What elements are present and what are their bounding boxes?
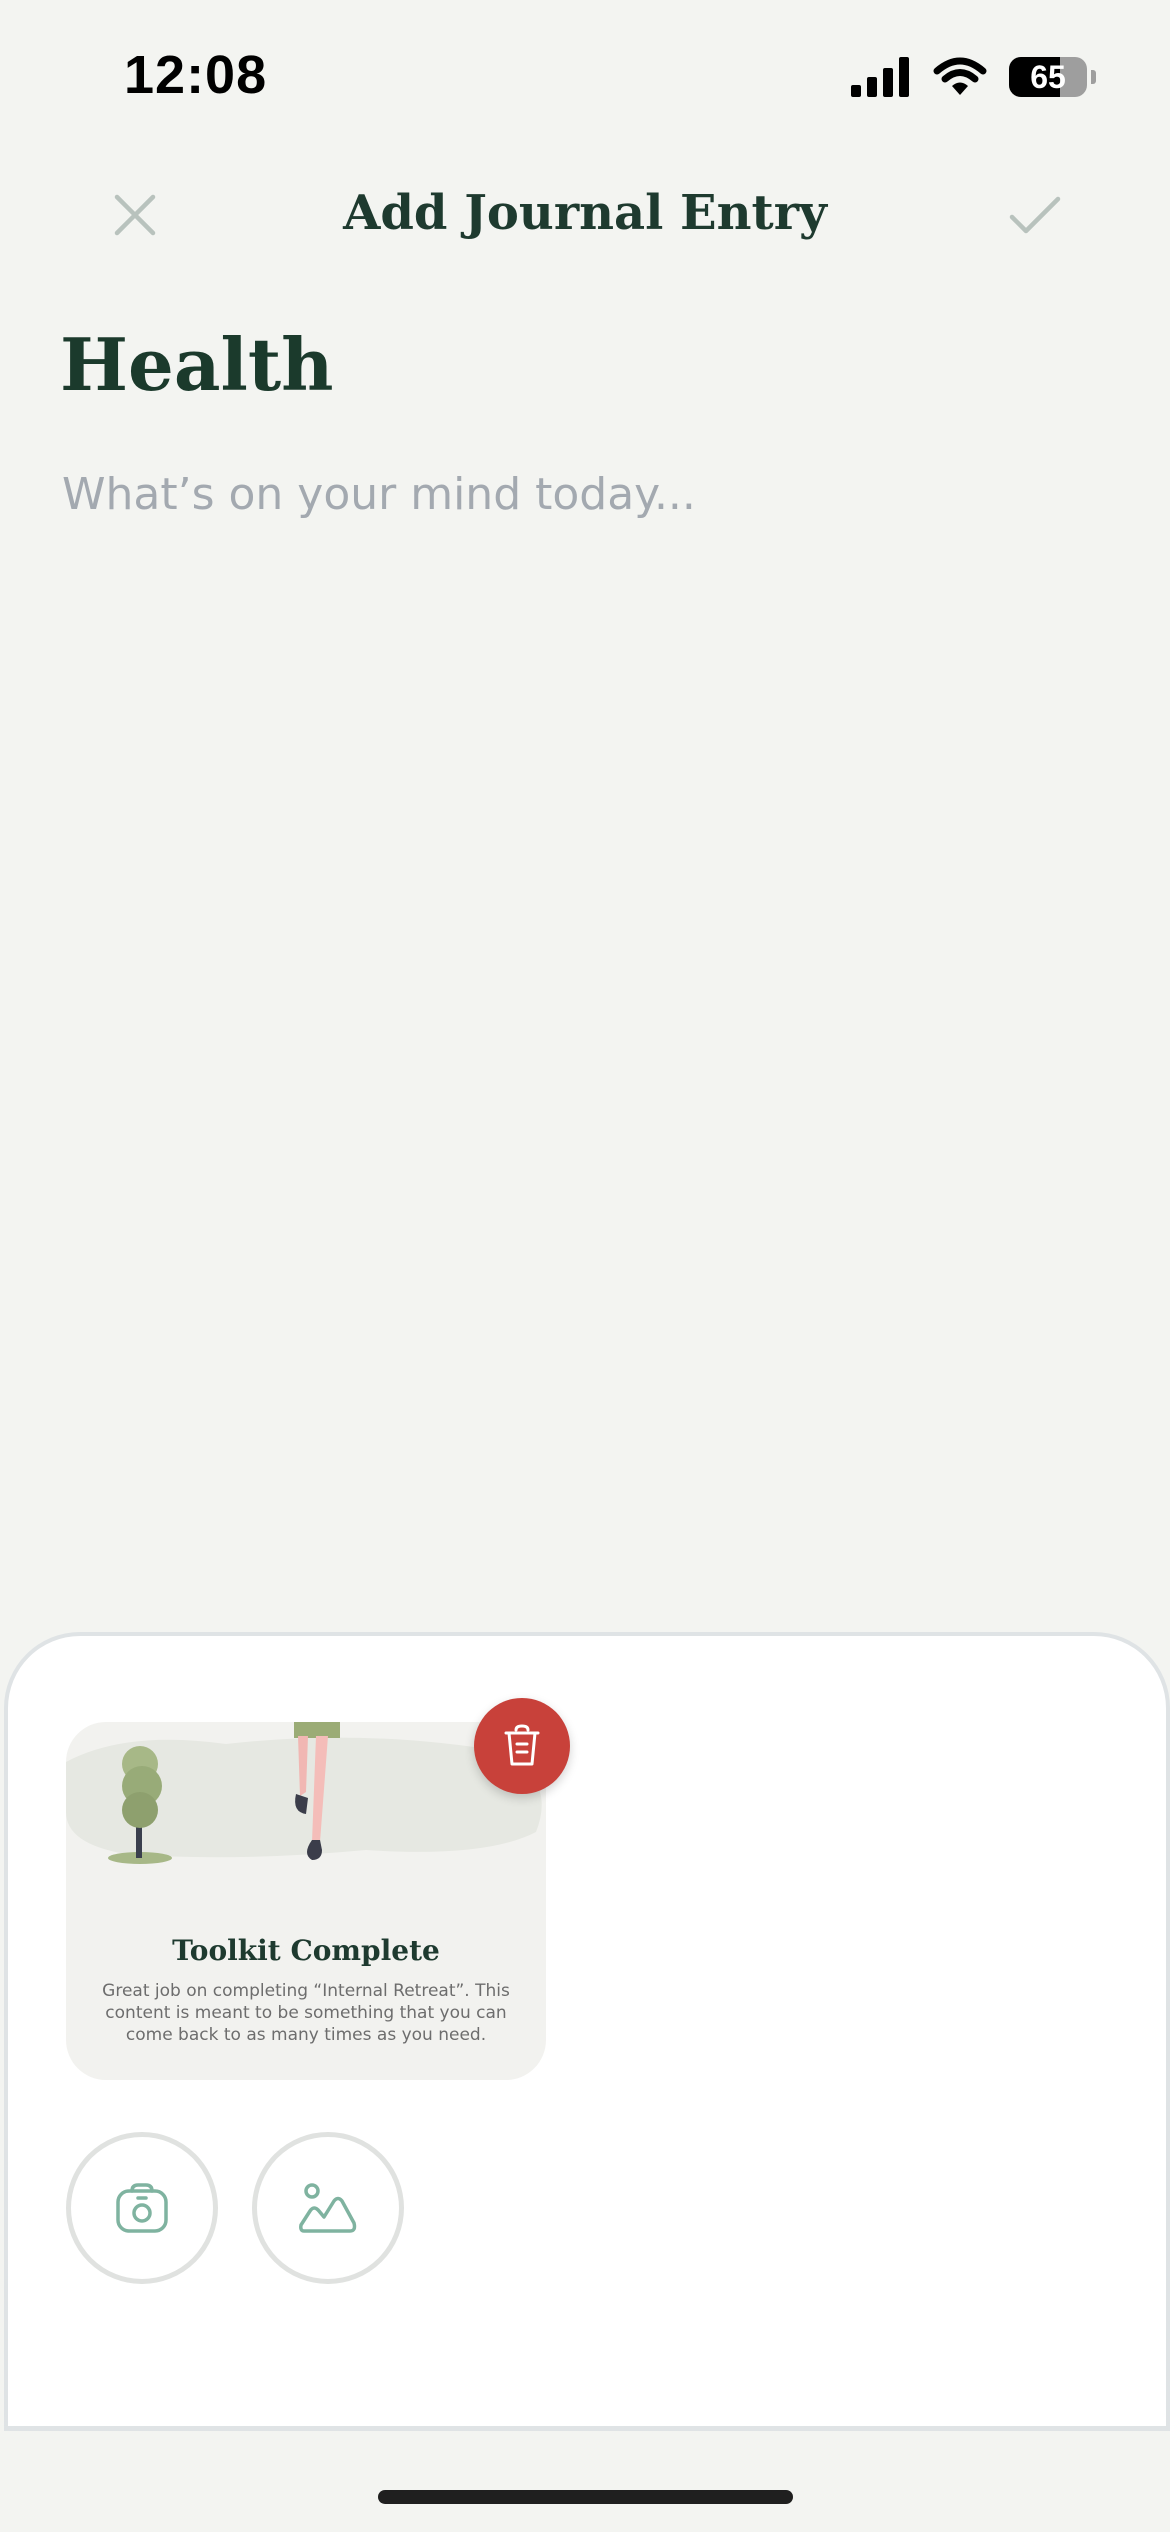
status-time: 12:08 <box>124 45 268 105</box>
image-icon <box>299 2183 357 2233</box>
home-indicator[interactable] <box>378 2490 793 2504</box>
camera-icon <box>116 2183 168 2233</box>
battery-level-text: 65 <box>1030 58 1066 95</box>
card-description: Great job on completing “Internal Retrea… <box>102 1981 510 2045</box>
journal-entry-screen: 12:08 65 Add Journal Entry Health What’s… <box>0 0 1170 2532</box>
delete-attachment-button[interactable] <box>474 1698 570 1794</box>
category-title: Health <box>60 322 334 407</box>
status-icons: 65 <box>851 52 1096 102</box>
confirm-button[interactable] <box>995 175 1075 255</box>
journal-entry-input[interactable] <box>60 458 1114 530</box>
gallery-button[interactable] <box>252 2132 404 2284</box>
trash-icon <box>504 1724 540 1766</box>
checkmark-icon <box>1009 196 1061 234</box>
wifi-icon <box>933 57 987 95</box>
battery-indicator: 65 <box>1009 57 1087 97</box>
camera-button[interactable] <box>66 2132 218 2284</box>
cellular-signal-icon <box>851 57 909 97</box>
toolkit-complete-card[interactable]: Toolkit Complete Great job on completing… <box>66 1722 546 2080</box>
battery-tip <box>1091 70 1096 84</box>
card-title: Toolkit Complete <box>172 1934 440 1967</box>
